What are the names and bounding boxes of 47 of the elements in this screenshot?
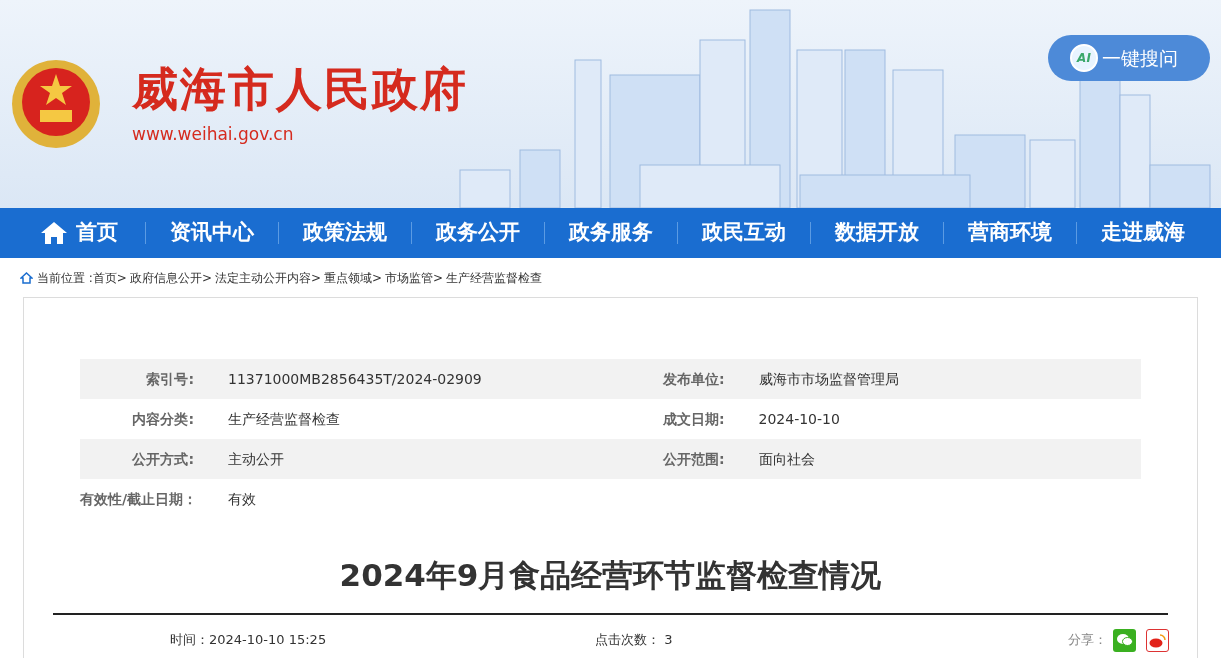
breadcrumb-link[interactable]: 重点领域 (324, 269, 373, 287)
breadcrumb-link[interactable]: 生产经营监督检查 (446, 269, 543, 287)
meta-value: 主动公开 (227, 449, 284, 469)
breadcrumb-label: 当前位置 : (37, 270, 93, 287)
breadcrumb-separator: > (116, 270, 127, 287)
meta-label: 公开方式: (131, 449, 195, 469)
nav-item[interactable]: 数据开放 (811, 217, 943, 249)
weibo-share-icon[interactable] (1146, 628, 1169, 652)
nav-item[interactable]: 走进威海 (1077, 217, 1209, 249)
ai-search-button[interactable]: AI 一键搜问 (1048, 35, 1210, 81)
meta-value: 威海市市场监督管理局 (757, 369, 899, 389)
meta-value: 11371000MB2856435T/2024-02909 (227, 369, 482, 389)
breadcrumb-separator: > (201, 270, 212, 287)
nav-item[interactable]: 政策法规 (279, 217, 411, 249)
breadcrumb-separator: > (372, 270, 383, 287)
meta-label: 有效性/截止日期： (80, 489, 199, 509)
meta-label: 发布单位: (661, 369, 726, 389)
meta-label: 成文日期: (661, 409, 726, 429)
nav-item[interactable]: 营商环境 (944, 217, 1076, 249)
meta-label: 公开范围: (661, 449, 726, 469)
click-count: 点击次数： 3 (595, 631, 674, 650)
article-title: 2024年9月食品经营环节监督检查情况 (338, 556, 883, 595)
share-label: 分享： (1068, 631, 1107, 650)
nav-item[interactable]: 首页 (12, 217, 145, 249)
wechat-share-icon[interactable] (1113, 628, 1136, 652)
breadcrumb-link[interactable]: 政府信息公开 (129, 269, 202, 287)
meta-value: 2024-10-10 (757, 409, 840, 429)
meta-value: 生产经营监督检查 (227, 409, 340, 429)
site-title: 威海市人民政府 (132, 65, 468, 112)
ai-search-icon: AI (1070, 44, 1098, 72)
meta-label: 内容分类: (131, 409, 195, 429)
breadcrumb-link[interactable]: 法定主动公开内容 (215, 269, 311, 287)
nav-item[interactable]: 政务服务 (545, 217, 677, 249)
meta-label: 索引号: (145, 369, 195, 389)
breadcrumb-link[interactable]: 市场监管 (385, 269, 434, 287)
meta-value: 面向社会 (757, 449, 815, 469)
nav-item[interactable]: 政务公开 (412, 217, 544, 249)
home-icon (20, 272, 33, 284)
emblem-icon (10, 58, 102, 150)
breadcrumb-separator: > (311, 270, 322, 287)
site-url: www.weihai.gov.cn (132, 125, 295, 143)
meta-value: 有效 (227, 489, 256, 509)
home-icon (39, 221, 68, 245)
nav-item[interactable]: 资讯中心 (146, 217, 278, 249)
publish-time: 时间：2024-10-10 15:25 (170, 631, 328, 650)
nav-item[interactable]: 政民互动 (678, 217, 810, 249)
breadcrumb-separator: > (433, 270, 444, 287)
